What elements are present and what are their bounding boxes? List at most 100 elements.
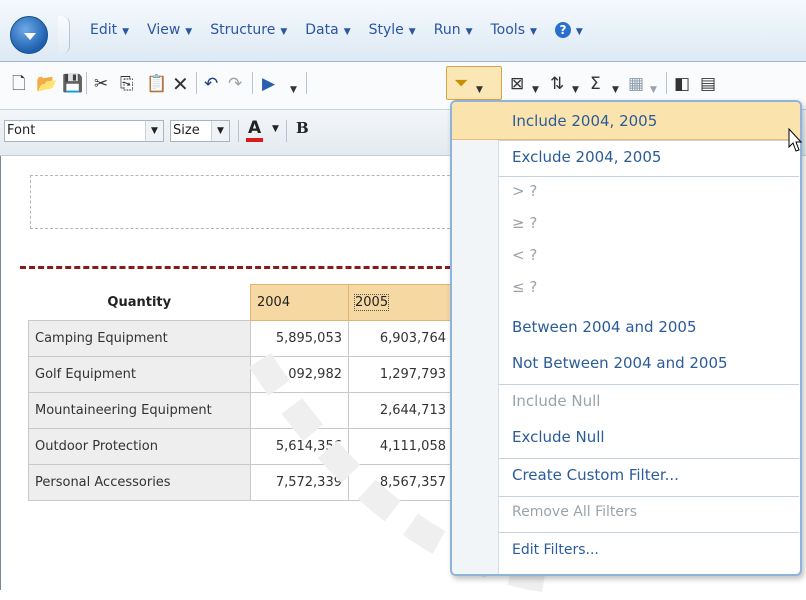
toolbar-separator [238, 120, 239, 142]
menu-item-greater-equal[interactable]: ≥ ? [512, 214, 537, 232]
table-cell[interactable]: 8,567,357 [348, 464, 453, 501]
application-button-cap [58, 16, 70, 54]
menu-view[interactable]: View ▼ [147, 22, 192, 38]
chevron-down-icon[interactable]: ▼ [532, 80, 539, 100]
menu-separator [499, 176, 799, 177]
menu-item-include-null[interactable]: Include Null [512, 392, 600, 410]
table-cell[interactable]: 5,614,356 [250, 428, 349, 465]
menu-item-include[interactable]: Include 2004, 2005 [512, 112, 657, 130]
menu-structure[interactable]: Structure ▼ [210, 22, 287, 38]
chevron-down-icon[interactable]: ▼ [211, 121, 229, 141]
suppress-icon[interactable]: ⊠ [510, 74, 524, 94]
row-header[interactable]: Outdoor Protection [28, 428, 251, 465]
font-size-select[interactable]: Size ▼ [170, 120, 230, 142]
menu-item-between[interactable]: Between 2004 and 2005 [512, 318, 697, 336]
chevron-down-icon: ▼ [575, 27, 583, 37]
font-color-button[interactable]: A [246, 118, 264, 142]
toolbar-separator [666, 72, 667, 94]
undo-icon[interactable]: ↶ [204, 74, 218, 94]
page-header-divider [20, 266, 460, 269]
toolbar-separator [286, 120, 287, 142]
crosstab-icon[interactable]: ▤ [700, 74, 716, 94]
menu-item-create-custom-filter[interactable]: Create Custom Filter... [512, 466, 679, 484]
menu-item-greater-than[interactable]: > ? [512, 182, 537, 200]
table-row: Camping Equipment 5,895,053 6,903,764 [28, 320, 453, 357]
paste-icon[interactable]: 📋 [146, 74, 167, 94]
chevron-down-icon: ▼ [408, 27, 416, 37]
crosstab-corner[interactable]: Quantity [28, 284, 251, 321]
table-cell[interactable] [250, 392, 349, 429]
table-cell[interactable]: 6,903,764 [348, 320, 453, 357]
chevron-down-icon[interactable]: ▼ [145, 121, 163, 141]
menu-style-label: Style [368, 22, 404, 38]
toolbar-separator [306, 72, 307, 94]
menu-item-exclude-null[interactable]: Exclude Null [512, 428, 605, 446]
sort-icon[interactable]: ⇅ [550, 74, 564, 94]
menu-separator [499, 384, 799, 385]
redo-icon[interactable]: ↷ [228, 74, 242, 94]
cut-icon[interactable]: ✂ [94, 74, 108, 94]
table-cell[interactable]: 2,644,713 [348, 392, 453, 429]
table-cell[interactable]: 4,111,058 [348, 428, 453, 465]
table-row: Personal Accessories 7,572,339 8,567,357 [28, 464, 453, 501]
menu-tools[interactable]: Tools ▼ [491, 22, 537, 38]
menu-structure-label: Structure [210, 22, 276, 38]
menu-style[interactable]: Style ▼ [369, 22, 416, 38]
menu-item-edit-filters[interactable]: Edit Filters... [512, 542, 599, 558]
column-header-2004[interactable]: 2004 [250, 284, 349, 321]
pivot-icon[interactable]: ◧ [674, 74, 690, 94]
row-header[interactable]: Golf Equipment [28, 356, 251, 393]
bold-button[interactable]: B [296, 119, 309, 137]
table-cell[interactable]: 1,092,982 [250, 356, 349, 393]
chevron-down-icon: ▼ [465, 27, 473, 37]
menu-view-label: View [147, 22, 181, 38]
column-header-label: 2004 [257, 295, 291, 310]
new-document-icon[interactable]: 🗋 [12, 74, 26, 94]
crosstab: Quantity 2004 2005 Camping Equipment 5,8… [28, 284, 453, 501]
menu-item-exclude[interactable]: Exclude 2004, 2005 [512, 148, 661, 166]
menu-data[interactable]: Data ▼ [305, 22, 350, 38]
toolbar-separator [196, 72, 197, 94]
delete-icon[interactable]: ✕ [172, 74, 189, 94]
toolbar-separator [252, 72, 253, 94]
column-header-2005[interactable]: 2005 [348, 284, 453, 321]
chevron-down-icon: ▼ [122, 27, 130, 37]
chevron-down-icon[interactable]: ▼ [272, 124, 279, 134]
chevron-down-icon[interactable]: ▼ [476, 80, 483, 100]
run-icon[interactable]: ▶ [262, 74, 275, 94]
row-header[interactable]: Mountaineering Equipment [28, 392, 251, 429]
menu-separator [499, 532, 799, 533]
chevron-down-icon[interactable]: ▼ [572, 80, 579, 100]
menu-edit[interactable]: Edit ▼ [90, 22, 129, 38]
summarize-icon[interactable]: Σ [590, 74, 601, 94]
insert-chart-icon[interactable]: ▦ [628, 74, 644, 94]
table-cell[interactable]: 1,297,793 [348, 356, 453, 393]
table-row: Mountaineering Equipment 2,644,713 [28, 392, 453, 429]
chevron-down-icon: ▼ [280, 27, 288, 37]
table-cell[interactable]: 5,895,053 [250, 320, 349, 357]
menu-item-less-than[interactable]: < ? [512, 246, 537, 264]
menu-help[interactable]: ? ▼ [554, 22, 583, 38]
menu-item-less-equal[interactable]: ≤ ? [512, 278, 537, 296]
chevron-down-icon[interactable]: ▼ [290, 80, 297, 100]
row-header[interactable]: Personal Accessories [28, 464, 251, 501]
menu-item-remove-all-filters[interactable]: Remove All Filters [512, 504, 637, 520]
font-select[interactable]: Font ▼ [4, 120, 164, 142]
copy-icon[interactable]: ⎘ [120, 74, 134, 94]
chevron-down-icon: ▼ [185, 27, 193, 37]
chevron-down-icon[interactable]: ▼ [612, 80, 619, 100]
open-folder-icon[interactable]: 📂 [36, 74, 57, 94]
menu-item-not-between[interactable]: Not Between 2004 and 2005 [512, 354, 728, 372]
filter-icon[interactable]: ⏷ [454, 74, 468, 94]
report-header-placeholder[interactable] [30, 175, 460, 229]
menu-run[interactable]: Run ▼ [434, 22, 473, 38]
menu-tools-label: Tools [490, 22, 526, 38]
crosstab-header-row: Quantity 2004 2005 [28, 284, 453, 321]
chevron-down-icon[interactable]: ▼ [650, 80, 657, 100]
menu-bar: Edit ▼ View ▼ Structure ▼ Data ▼ Style ▼ Run ▼… [0, 0, 806, 62]
row-header[interactable]: Camping Equipment [28, 320, 251, 357]
application-menu-button[interactable] [10, 16, 48, 54]
menu-run-label: Run [433, 22, 461, 38]
save-icon[interactable]: 💾 [62, 74, 83, 94]
table-cell[interactable]: 7,572,339 [250, 464, 349, 501]
